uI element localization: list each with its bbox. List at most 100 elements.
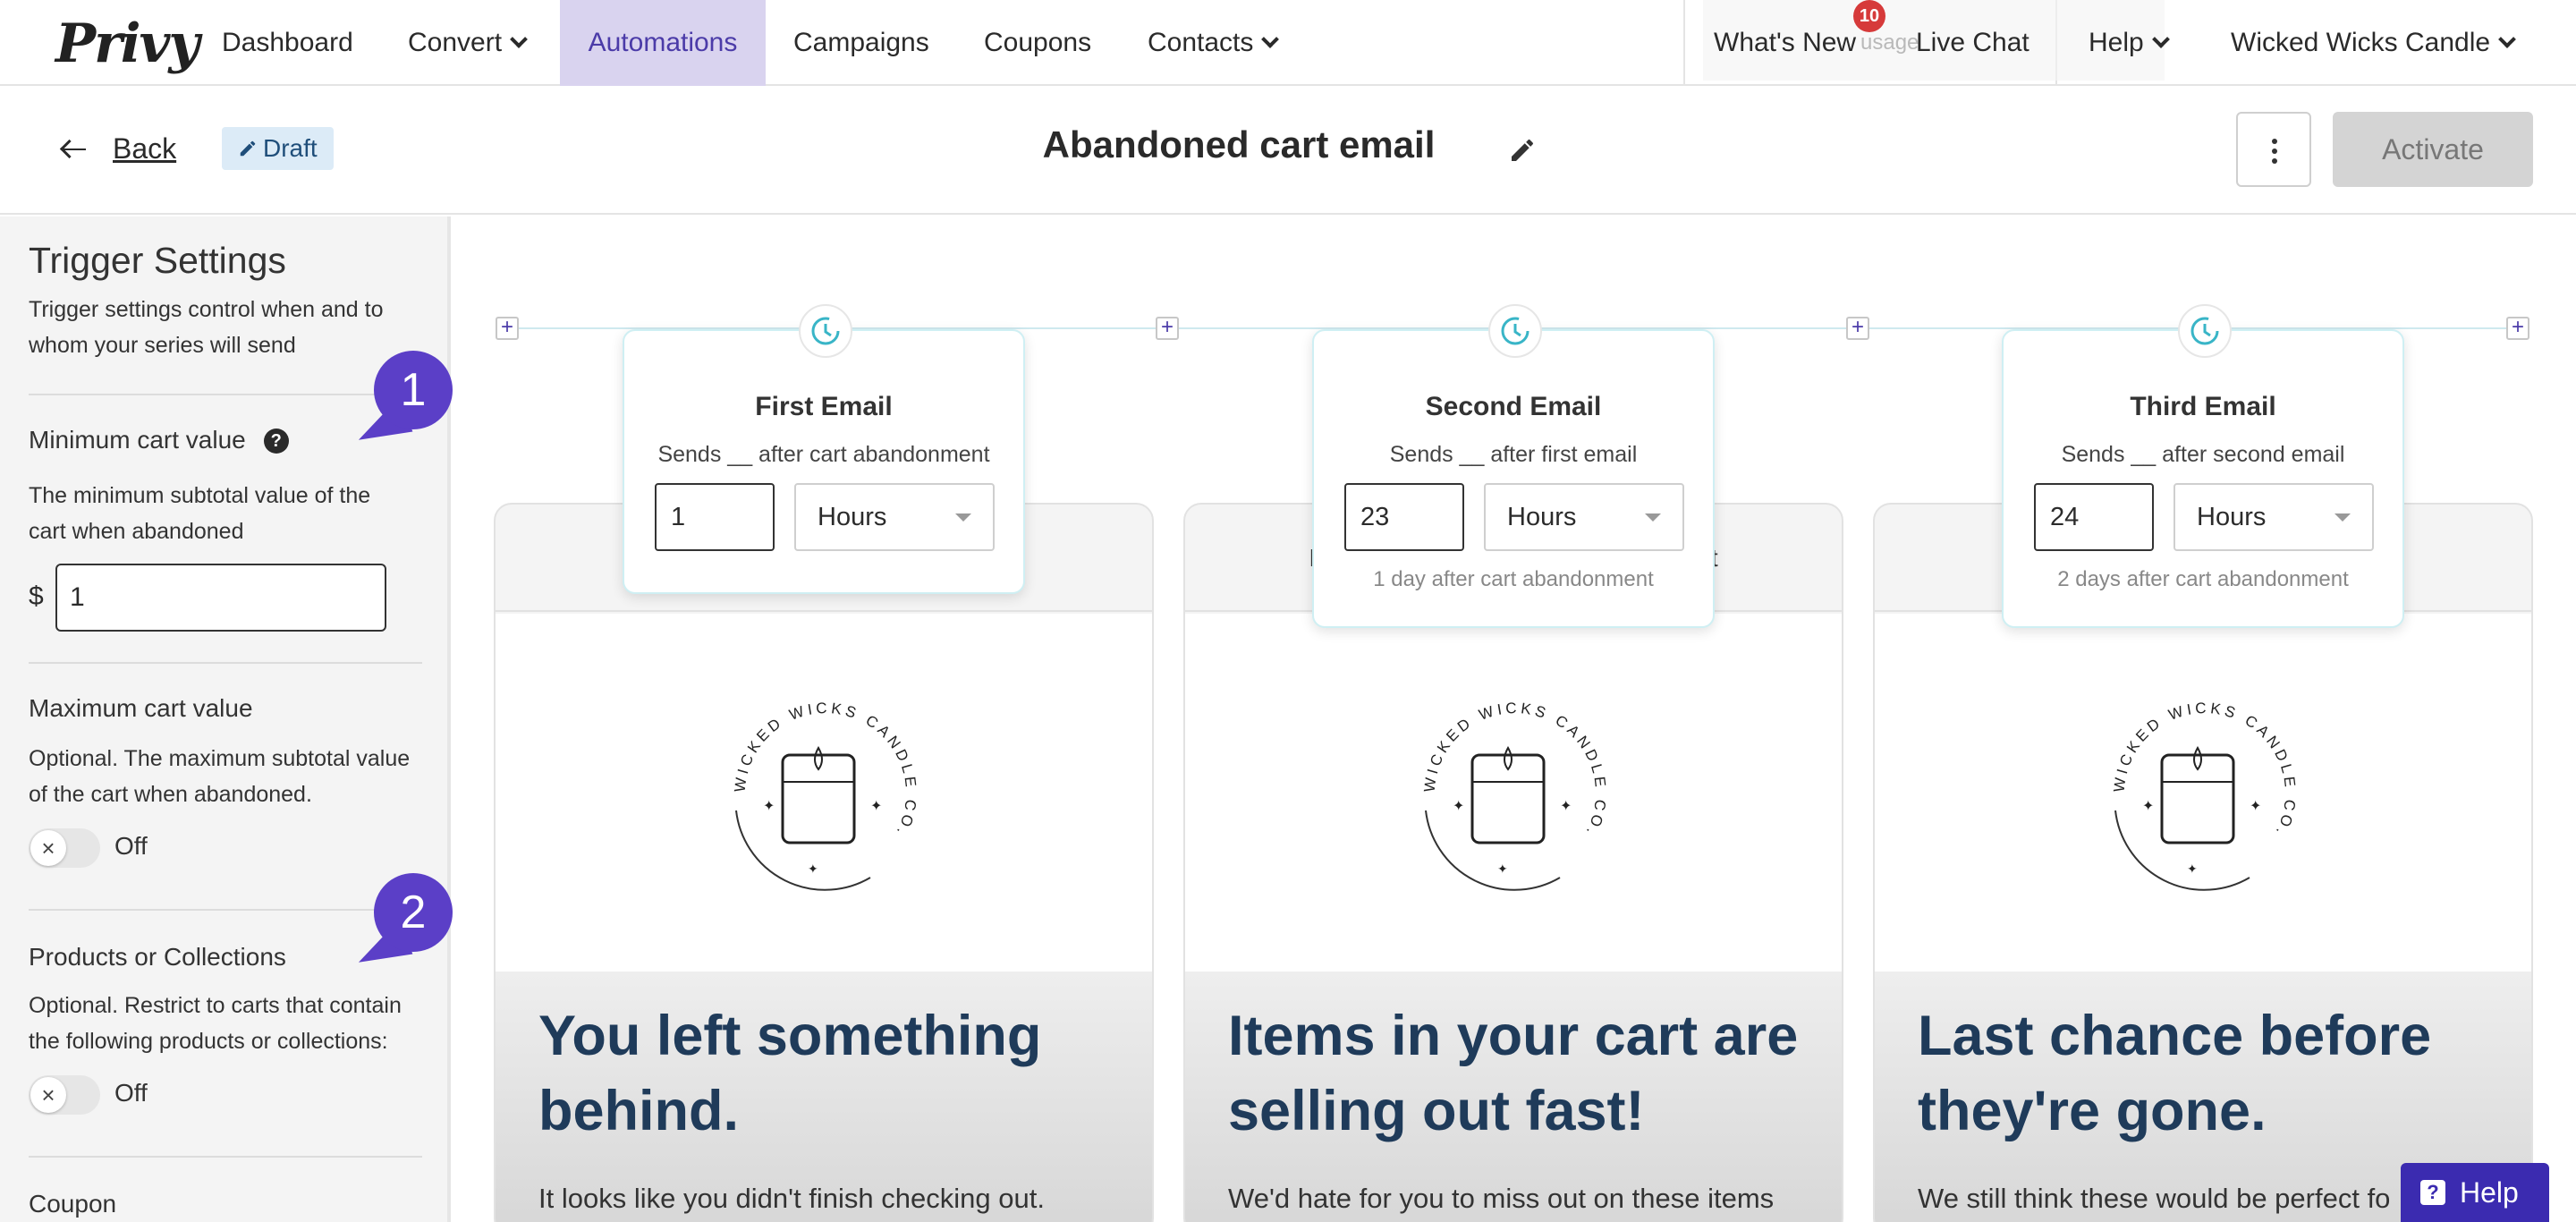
chevron-down-icon [510,30,528,48]
close-icon: × [30,830,66,866]
add-step-button[interactable]: + [1846,317,1869,340]
nav-convert[interactable]: Convert [408,0,528,86]
candle-logo: WICKED WICKS CANDLE CO. ✦ ✦ ✦ [2111,700,2300,891]
step-subtitle: Sends __ after first email [1389,442,1638,467]
live-chat-link[interactable]: Live Chat [1916,0,2029,86]
brand-logo-area: WICKED WICKS CANDLE CO. ✦ ✦ ✦ [1185,614,1842,972]
min-cart-description: The minimum subtotal value of the cart w… [29,483,371,544]
chevron-down-icon [1261,30,1280,48]
top-navigation: Privy Dashboard Convert Automations Camp… [0,0,2576,86]
delay-amount-input[interactable]: 24 [2034,483,2154,551]
account-menu[interactable]: Wicked Wicks Candle [2231,0,2516,86]
nav-campaigns-label: Campaigns [793,28,929,57]
callout-2: 2 [374,873,453,952]
delay-unit-select[interactable]: Hours [1484,483,1684,551]
add-step-button[interactable]: + [496,317,519,340]
products-toggle-label: Off [114,1079,148,1107]
close-icon: × [30,1077,66,1113]
delay-unit-value: Hours [2197,503,2267,531]
activate-button[interactable]: Activate [2333,112,2533,187]
nav-contacts[interactable]: Contacts [1148,0,1280,86]
min-cart-input[interactable]: 1 [55,564,386,632]
second-email-timing: Second Email Sends __ after first email … [1312,304,1715,628]
delay-amount-input[interactable]: 23 [1344,483,1464,551]
nav-help[interactable]: Help [2089,0,2170,86]
privy-logo[interactable]: Privy [55,13,199,75]
svg-text:✦: ✦ [2187,861,2198,876]
nav-dashboard-label: Dashboard [222,28,353,57]
help-icon[interactable]: ? [263,429,289,454]
nav-coupons[interactable]: Coupons [984,0,1091,86]
brand-logo-area: WICKED WICKS CANDLE CO. ✦ ✦ ✦ [1875,614,2531,972]
logo-text: WICKED WICKS CANDLE CO. [2111,700,2296,841]
live-chat-label: Live Chat [1916,28,2029,57]
caret-down-icon [955,513,971,522]
candle-logo: WICKED WICKS CANDLE CO. ✦ ✦ ✦ [1421,700,1610,891]
svg-text:✦: ✦ [1560,799,1572,814]
svg-text:WICKED WICKS CANDLE CO.: WICKED WICKS CANDLE CO. [2111,700,2300,841]
svg-text:✦: ✦ [763,799,775,814]
add-step-button[interactable]: + [1156,317,1179,340]
whats-new-label: What's New [1714,28,1857,57]
delay-amount-input[interactable]: 1 [655,483,775,551]
usage-ghost-text: usage [1860,30,1919,55]
divider [29,662,422,664]
nav-automations[interactable]: Automations [560,0,766,86]
email-body-text: It looks like you didn't finish checking… [538,1183,1045,1214]
add-step-button[interactable]: + [2506,317,2529,340]
svg-text:✦: ✦ [1453,799,1464,814]
nav-automations-label: Automations [588,28,738,57]
svg-text:✦: ✦ [1497,861,1508,876]
products-description: Optional. Restrict to carts that contain… [29,993,402,1054]
help-widget-button[interactable]: ? Help [2401,1163,2549,1222]
email-preview-card[interactable]: WICKED WICKS CANDLE CO. ✦ ✦ ✦ You left so… [494,503,1154,1222]
nav-contacts-label: Contacts [1148,28,1254,57]
candle-logo: WICKED WICKS CANDLE CO. ✦ ✦ ✦ [732,700,917,891]
nav-coupons-label: Coupons [984,28,1092,57]
email-body: Items in your cart are selling out fast!… [1185,972,1842,1222]
help-widget-label: Help [2460,1176,2519,1209]
callout-1: 1 [374,351,453,429]
chevron-down-icon [2498,30,2516,48]
clock-icon [1488,304,1542,358]
products-toggle[interactable]: × [29,1075,100,1115]
delay-unit-select[interactable]: Hours [794,483,995,551]
logo-text: WICKED WICKS CANDLE CO. [732,700,917,841]
delay-unit-select[interactable]: Hours [2174,483,2374,551]
question-icon: ? [2420,1180,2445,1205]
min-cart-label-text: Minimum cart value [29,426,246,454]
email-headline: You left something behind. [538,1005,1042,1142]
currency-symbol: $ [29,581,44,611]
step-title: Third Email [2130,392,2276,421]
svg-text:✦: ✦ [2142,799,2154,814]
step-subtitle: Sends __ after cart abandonment [657,442,990,467]
svg-text:✦: ✦ [870,799,882,814]
divider [29,909,422,911]
step-cumulative-note: 2 days after cart abandonment [2057,567,2349,591]
nav-convert-label: Convert [408,28,503,57]
products-label: Products or Collections [29,943,286,971]
svg-text:✦: ✦ [2250,799,2261,814]
delay-unit-value: Hours [818,503,887,531]
email-headline: Items in your cart are selling out fast! [1228,1005,1799,1142]
svg-text:✦: ✦ [808,861,818,876]
svg-text:WICKED WICKS CANDLE CO.: WICKED WICKS CANDLE CO. [1421,700,1610,841]
edit-title-icon[interactable] [1508,136,1537,165]
page-title: Abandoned cart email [1042,123,1436,165]
step-subtitle: Sends __ after second email [2061,442,2345,467]
kebab-dot [2272,158,2277,164]
max-cart-toggle[interactable]: × [29,828,100,868]
clock-icon [2178,304,2232,358]
email-body: You left something behind. It looks like… [496,972,1152,1222]
caret-down-icon [1645,513,1661,522]
trigger-settings-title: Trigger Settings [29,240,286,281]
step-cumulative-note: 1 day after cart abandonment [1373,567,1654,591]
min-cart-label: Minimum cart value? [29,426,289,455]
coupon-label: Coupon [29,1190,117,1218]
nav-campaigns[interactable]: Campaigns [793,0,929,86]
whats-new-link[interactable]: What's New [1714,0,1856,86]
more-options-button[interactable] [2236,112,2311,187]
nav-dashboard[interactable]: Dashboard [222,0,353,86]
delay-unit-value: Hours [1507,503,1577,531]
logo-text: WICKED WICKS CANDLE CO. [1421,700,1606,841]
